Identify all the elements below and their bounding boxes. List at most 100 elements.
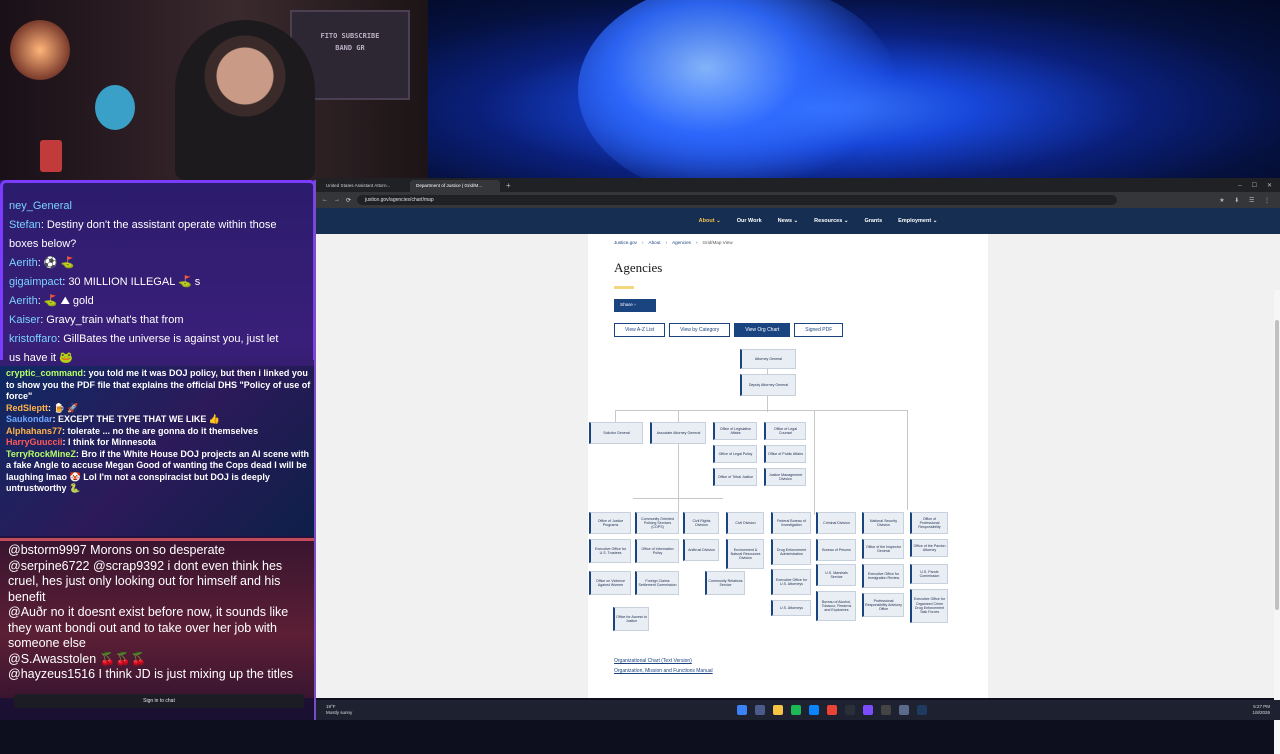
edge-icon[interactable] — [809, 705, 820, 715]
org-box[interactable]: Office of Professional Responsibility — [910, 512, 948, 534]
chat-message: @Auðr no it doesnt exist before now, it … — [8, 605, 310, 652]
share-button[interactable]: Share › — [614, 299, 656, 312]
forward-icon[interactable]: → — [334, 197, 340, 203]
app-icon[interactable] — [899, 705, 910, 715]
app-icon[interactable] — [881, 705, 892, 715]
org-box[interactable]: Executive Office for Organized Crime Dru… — [910, 589, 948, 623]
org-manual-link[interactable]: Organization, Mission and Functions Manu… — [614, 666, 713, 676]
org-box[interactable]: Justice Management Division — [764, 468, 806, 486]
weather-widget[interactable]: 19°F Mostly sunny — [326, 704, 352, 716]
sign-in-to-chat-button[interactable]: Sign in to chat — [14, 694, 304, 708]
new-tab-icon[interactable]: + — [500, 180, 517, 192]
chat-username[interactable]: Stefan — [9, 219, 41, 231]
back-icon[interactable]: ← — [322, 197, 328, 203]
breadcrumb-home[interactable]: Justice.gov — [614, 240, 637, 245]
org-box[interactable]: Foreign Claims Settlement Commission — [635, 571, 679, 595]
reload-icon[interactable]: ⟳ — [346, 197, 351, 204]
org-box[interactable]: Drug Enforcement Administration — [771, 539, 811, 565]
org-box[interactable]: Office of Justice Programs — [589, 512, 631, 534]
org-box[interactable]: Executive Office for U.S. Attorneys — [771, 569, 811, 595]
chat-message: @hayzeus1516 I think JD is just mixing u… — [8, 667, 310, 683]
steam-icon[interactable] — [917, 705, 928, 715]
url-input[interactable]: justice.gov/agencies/chart/map — [357, 195, 1118, 205]
org-box[interactable]: Office on Violence Against Women — [589, 571, 631, 595]
org-box[interactable]: Executive Office for Immigration Review — [862, 564, 904, 588]
spotify-icon[interactable] — [791, 705, 802, 715]
org-box[interactable]: Office of the Inspector General — [862, 539, 904, 559]
chat-username[interactable]: Aerith — [9, 257, 38, 269]
chrome-icon[interactable] — [827, 705, 838, 715]
org-box[interactable]: Community Oriented Policing Services (CO… — [635, 512, 679, 534]
org-box[interactable]: Federal Bureau of Investigation — [771, 512, 811, 534]
chat-username[interactable]: Kaiser — [9, 314, 40, 326]
org-box[interactable]: U.S. Attorneys — [771, 600, 811, 616]
view-by-category-button[interactable]: View by Category — [669, 323, 731, 337]
org-box[interactable]: Office of Legal Counsel — [764, 422, 806, 440]
maximize-icon[interactable]: ☐ — [1252, 180, 1257, 192]
org-box[interactable]: Antitrust Division — [683, 539, 719, 561]
breadcrumb-agencies[interactable]: Agencies — [672, 240, 691, 245]
chat-username[interactable]: cryptic_command — [6, 368, 83, 378]
org-box[interactable]: Community Relations Service — [705, 571, 745, 595]
org-box[interactable]: Civil Division — [726, 512, 764, 534]
org-box[interactable]: Environment & Natural Resources Division — [726, 539, 764, 569]
chat-username[interactable]: HarryGuuccii — [6, 437, 63, 447]
chat-username[interactable]: kristoffaro — [9, 333, 57, 345]
system-tray-clock[interactable]: 5:27 PM 1/8/2026 — [1252, 704, 1280, 716]
signed-pdf-button[interactable]: Signed PDF — [794, 323, 844, 337]
org-box[interactable]: Associate Attorney General — [650, 422, 706, 444]
org-box[interactable]: Office of Tribal Justice — [713, 468, 757, 486]
nav-resources[interactable]: Resources ⌄ — [814, 218, 848, 224]
org-box[interactable]: Attorney General — [740, 349, 796, 369]
org-box[interactable]: Solicitor General — [589, 422, 643, 444]
chat-username[interactable]: TerryRockMineZ — [6, 449, 76, 459]
chat-username[interactable]: gigaimpact — [9, 276, 62, 288]
nav-our-work[interactable]: Our Work — [737, 218, 762, 224]
view-az-list-button[interactable]: View A-Z List — [614, 323, 666, 337]
org-box[interactable]: Office of Legislative Affairs — [713, 422, 757, 440]
org-box[interactable]: National Security Division — [862, 512, 904, 534]
extension-icons[interactable]: ★ ⬇ ☰ ⋮ — [1219, 197, 1274, 204]
chat-message: RedSleptt: 🍺 🚀 — [6, 403, 312, 415]
chat-username[interactable]: Aerith — [9, 295, 38, 307]
org-box[interactable]: Office for Access to Justice — [613, 607, 649, 631]
org-box[interactable]: Professional Responsibility Advisory Off… — [862, 593, 904, 617]
tab-doj-grid-map[interactable]: Department of Justice | Grid/M... — [410, 180, 500, 192]
org-box[interactable]: U.S. Marshals Service — [816, 564, 856, 586]
chat-username[interactable]: Saukondar — [6, 414, 53, 424]
nav-employment[interactable]: Employment ⌄ — [898, 218, 937, 224]
org-box[interactable]: Office of Public Affairs — [764, 445, 806, 463]
view-org-chart-button[interactable]: View Org Chart — [734, 323, 791, 337]
scrollbar-thumb[interactable] — [1275, 320, 1279, 610]
file-explorer-icon[interactable] — [773, 705, 784, 715]
org-box[interactable]: Office of Legal Policy — [713, 445, 757, 463]
org-box[interactable]: Executive Office for U.S. Trustees — [589, 539, 631, 563]
nav-grants[interactable]: Grants — [864, 218, 882, 224]
org-box[interactable]: Deputy Attorney General — [740, 374, 796, 396]
org-box[interactable]: Office of Information Policy — [635, 539, 679, 563]
org-box[interactable]: Criminal Division — [816, 512, 856, 534]
streamer — [175, 20, 315, 180]
nav-about[interactable]: About ⌄ — [699, 218, 721, 224]
app-icon[interactable] — [863, 705, 874, 715]
org-box[interactable]: Civil Rights Division — [683, 512, 719, 534]
page-scrollbar[interactable] — [1274, 290, 1280, 754]
chat-username[interactable]: ney_General — [9, 200, 72, 212]
view-toggle-group: View A-Z List View by Category View Org … — [614, 323, 844, 337]
settings-icon[interactable] — [845, 705, 856, 715]
org-box[interactable]: U.S. Parole Commission — [910, 564, 948, 584]
chat-username[interactable]: Alphahans77 — [6, 426, 62, 436]
tab-assistant-attorney[interactable]: United States Assistant Attorn... — [320, 180, 410, 192]
breadcrumb-about[interactable]: About — [649, 240, 661, 245]
chat-username[interactable]: RedSleptt — [6, 403, 48, 413]
chat-message: HarryGuuccii: I think for Minnesota — [6, 437, 312, 449]
org-box[interactable]: Bureau of Alcohol, Tobacco, Firearms and… — [816, 591, 856, 621]
search-icon[interactable] — [755, 705, 766, 715]
minimize-icon[interactable]: – — [1238, 180, 1241, 192]
nav-news[interactable]: News ⌄ — [778, 218, 799, 224]
org-box[interactable]: Office of the Pardon Attorney — [910, 539, 948, 557]
org-box[interactable]: Bureau of Prisons — [816, 539, 856, 561]
close-icon[interactable]: ✕ — [1267, 180, 1272, 192]
start-icon[interactable] — [737, 705, 748, 715]
org-chart-text-link[interactable]: Organizational Chart (Text Version) — [614, 656, 713, 666]
